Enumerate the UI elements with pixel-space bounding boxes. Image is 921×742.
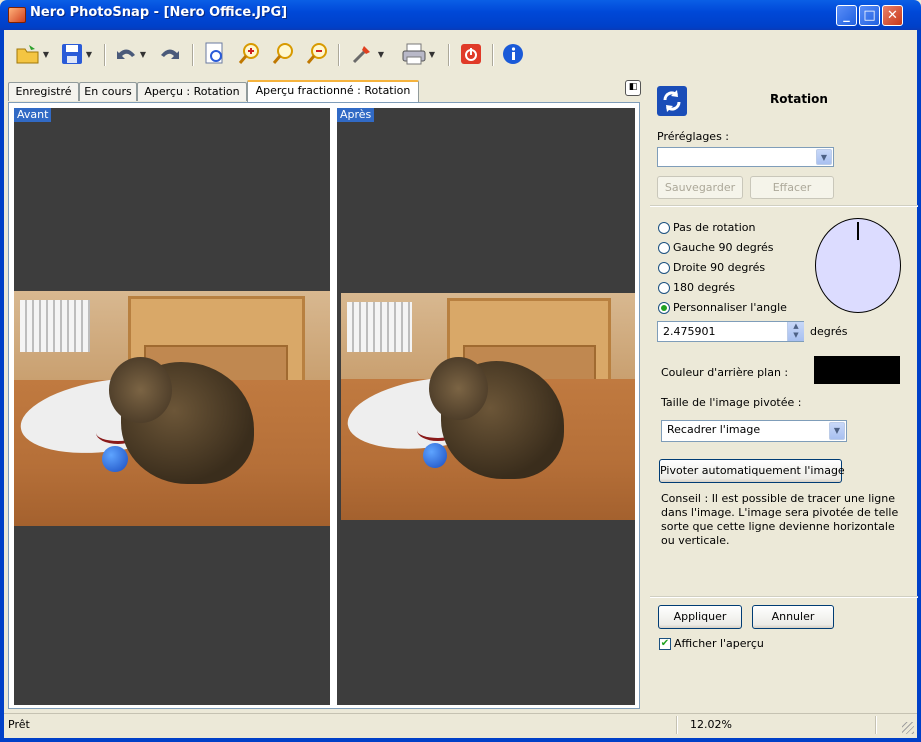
toolbar-separator [338, 44, 340, 66]
save-preset-button[interactable]: Sauvegarder [657, 176, 743, 199]
tab-preview-rotation[interactable]: Aperçu : Rotation [137, 82, 247, 101]
open-folder-icon [16, 45, 39, 64]
app-icon [8, 7, 26, 23]
page-preview-button[interactable] [200, 40, 230, 68]
apply-button[interactable]: Appliquer [658, 605, 742, 629]
radio-right-90[interactable]: Droite 90 degrés [658, 261, 765, 274]
close-button[interactable]: ✕ [882, 5, 903, 26]
split-preview: Avant Après [8, 102, 640, 709]
zoom-fit-button[interactable] [268, 40, 298, 68]
print-icon [402, 43, 426, 65]
rotated-size-dropdown[interactable]: Recadrer l'image ▼ [661, 420, 847, 442]
toolbar-separator [448, 44, 450, 66]
zoom-out-button[interactable] [302, 40, 332, 68]
radio-180[interactable]: 180 degrés [658, 281, 735, 294]
radio-button [658, 301, 670, 314]
show-preview-label[interactable]: Afficher l'aperçu [674, 637, 764, 650]
status-text: Prêt [8, 718, 30, 731]
angle-input[interactable]: 2.475901 [657, 321, 804, 342]
tab-split-preview-rotation[interactable]: Aperçu fractionné : Rotation [247, 80, 419, 102]
rotation-icon [657, 86, 687, 116]
after-photo [341, 293, 635, 520]
tab-saved[interactable]: Enregistré [8, 82, 79, 101]
redo-icon [161, 49, 179, 59]
tools-button[interactable]: ▼ [346, 40, 388, 68]
toolbar-separator [192, 44, 194, 66]
rotated-size-label: Taille de l'image pivotée : [661, 396, 802, 409]
radio-button [658, 281, 670, 294]
window-frame-left [0, 30, 4, 742]
radio-no-rotation[interactable]: Pas de rotation [658, 221, 756, 234]
auto-rotate-button[interactable]: Pivoter automatiquement l'image [659, 459, 845, 483]
radio-button [658, 241, 670, 254]
clear-preset-button[interactable]: Effacer [750, 176, 834, 199]
window-title: Nero PhotoSnap - [Nero Office.JPG] [30, 5, 288, 20]
panel-toggle-button[interactable]: ◧ [625, 80, 641, 96]
radio-label: Pas de rotation [673, 221, 756, 234]
toolbar-separator [492, 44, 494, 66]
show-preview-checkbox[interactable]: ✔ [659, 638, 671, 650]
presets-dropdown[interactable]: ▼ [657, 147, 834, 167]
status-bar [4, 713, 917, 737]
radio-label: Gauche 90 degrés [673, 241, 774, 254]
minimize-button[interactable]: _ [836, 5, 857, 26]
degrees-label: degrés [810, 325, 848, 338]
radio-label: 180 degrés [673, 281, 736, 294]
before-photo [14, 291, 330, 526]
radio-button [658, 261, 670, 274]
background-color-label: Couleur d'arrière plan : [661, 366, 789, 379]
tip-text: Conseil : Il est possible de tracer une … [661, 492, 899, 547]
zoom-in-button[interactable] [234, 40, 264, 68]
radio-custom-angle[interactable]: Personnaliser l'angle [658, 301, 787, 314]
panel-title: Rotation [770, 92, 828, 106]
radio-left-90[interactable]: Gauche 90 degrés [658, 241, 774, 254]
maximize-button[interactable]: □ [859, 5, 880, 26]
undo-button[interactable]: ▼ [112, 40, 150, 68]
undo-icon [116, 49, 135, 59]
chevron-down-icon: ▼ [816, 149, 832, 165]
status-divider [875, 716, 877, 734]
tab-current[interactable]: En cours [79, 82, 137, 101]
angle-spinner[interactable]: ▲ ▼ [787, 322, 804, 341]
panel-toggle-icon: ◧ [628, 82, 638, 92]
preview-before-pane[interactable]: Avant [14, 108, 330, 705]
after-label: Après [337, 108, 375, 122]
open-button[interactable]: ▼ [12, 40, 52, 68]
status-divider [676, 716, 678, 734]
exit-button[interactable] [456, 40, 486, 68]
divider [650, 205, 918, 207]
background-color-swatch[interactable] [814, 356, 900, 384]
zoom-in-icon [238, 43, 259, 64]
angle-dial-needle[interactable] [857, 222, 859, 240]
before-label: Avant [14, 108, 52, 122]
toolbar: ▼ ▼ ▼ ▼ ▼ [4, 32, 917, 76]
save-icon [61, 44, 82, 64]
info-icon [503, 44, 523, 64]
radio-label: Personnaliser l'angle [673, 301, 787, 314]
about-button[interactable] [498, 40, 528, 68]
redo-button[interactable] [154, 40, 184, 68]
cancel-button[interactable]: Annuler [752, 605, 834, 629]
radio-button [658, 221, 670, 234]
zoom-out-icon [306, 43, 327, 64]
save-button[interactable]: ▼ [56, 40, 96, 68]
power-icon [461, 44, 481, 64]
toolbar-separator [104, 44, 106, 66]
tools-icon [352, 46, 370, 64]
resize-grip-icon[interactable] [902, 722, 914, 734]
angle-value: 2.475901 [663, 325, 716, 338]
presets-label: Préréglages : [657, 130, 729, 143]
rotated-size-value: Recadrer l'image [667, 423, 761, 436]
window-frame-bottom [0, 738, 921, 742]
chevron-down-icon: ▼ [829, 422, 845, 440]
divider [650, 596, 918, 598]
preview-after-pane[interactable]: Après [337, 108, 635, 705]
radio-label: Droite 90 degrés [673, 261, 766, 274]
zoom-level: 12.02% [690, 718, 732, 731]
zoom-fit-icon [272, 43, 293, 64]
window-frame-right [917, 30, 921, 742]
page-preview-icon [205, 42, 223, 64]
print-button[interactable]: ▼ [396, 40, 440, 68]
